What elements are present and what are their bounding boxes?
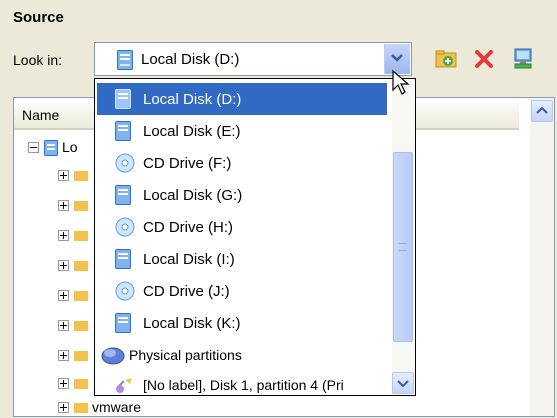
new-folder-button[interactable] (434, 46, 460, 72)
folder-icon (74, 258, 88, 275)
cd-drive-icon (115, 217, 135, 240)
expand-icon[interactable] (58, 170, 69, 181)
folder-icon (74, 400, 88, 417)
local-disk-icon (115, 313, 131, 336)
dropdown-item-label: CD Drive (F:) (143, 155, 232, 172)
dropdown-item-partition-4[interactable]: [No label], Disk 1, partition 4 (Pri (97, 369, 387, 395)
expand-icon[interactable] (58, 378, 69, 389)
dropdown-vertical-scrollbar[interactable] (392, 80, 414, 394)
dropdown-item-cd-drive-j[interactable]: CD Drive (J:) (97, 275, 387, 307)
tree-folder-row[interactable] (58, 346, 98, 366)
folder-icon (74, 318, 88, 335)
local-disk-icon (115, 89, 131, 112)
tree-folder-row[interactable] (58, 196, 98, 216)
dropdown-item-label: Local Disk (E:) (143, 123, 241, 140)
cd-drive-icon (115, 153, 135, 176)
expand-icon[interactable] (58, 402, 69, 413)
cd-drive-icon (115, 281, 135, 304)
dropdown-item-label: Local Disk (K:) (143, 315, 241, 332)
dropdown-item-local-disk-d[interactable]: Local Disk (D:) (97, 83, 387, 115)
folder-icon (74, 198, 88, 215)
look-in-dropdown-list[interactable]: Local Disk (D:) Local Disk (E:) CD Drive… (94, 78, 416, 396)
look-in-label: Look in: (13, 52, 63, 68)
expand-icon[interactable] (58, 290, 69, 301)
collapse-icon[interactable] (28, 142, 39, 153)
dropdown-item-label: [No label], Disk 1, partition 4 (Pri (143, 377, 344, 393)
tree-folder-row[interactable] (58, 166, 98, 186)
dropdown-item-local-disk-i[interactable]: Local Disk (I:) (97, 243, 387, 275)
dropdown-item-local-disk-g[interactable]: Local Disk (G:) (97, 179, 387, 211)
new-folder-icon (435, 50, 457, 68)
folder-icon (74, 168, 88, 185)
folder-icon (74, 228, 88, 245)
computer-icon (514, 48, 532, 69)
look-in-value: Local Disk (D:) (141, 51, 240, 68)
folder-icon (74, 348, 88, 365)
chevron-down-icon (391, 54, 403, 62)
look-in-combobox[interactable]: Local Disk (D:) (94, 42, 412, 76)
dropdown-item-local-disk-e[interactable]: Local Disk (E:) (97, 115, 387, 147)
tree-folder-row[interactable] (58, 256, 98, 276)
expand-icon[interactable] (58, 350, 69, 361)
section-title: Source (13, 9, 64, 26)
dropdown-item-local-disk-k[interactable]: Local Disk (K:) (97, 307, 387, 339)
tree-folder-row[interactable] (58, 316, 98, 336)
dropdown-item-label: CD Drive (J:) (143, 283, 230, 300)
dropdown-item-label: Local Disk (G:) (143, 187, 243, 204)
delete-x-icon (475, 50, 493, 68)
local-disk-icon (115, 249, 131, 272)
delete-button[interactable] (471, 46, 497, 72)
scroll-down-button[interactable] (392, 372, 414, 394)
name-column-label: Name (22, 107, 60, 123)
folder-icon (74, 376, 88, 393)
dropdown-item-label: CD Drive (H:) (143, 219, 233, 236)
dropdown-item-label: Local Disk (D:) (143, 91, 242, 108)
dropdown-item-label: Local Disk (I:) (143, 251, 235, 268)
local-disk-icon (117, 50, 133, 73)
expand-icon[interactable] (58, 260, 69, 271)
expand-icon[interactable] (58, 200, 69, 211)
dropdown-item-cd-drive-f[interactable]: CD Drive (F:) (97, 147, 387, 179)
local-disk-icon (115, 185, 131, 208)
expand-icon[interactable] (58, 320, 69, 331)
folder-icon (74, 288, 88, 305)
tree-folder-row[interactable] (58, 286, 98, 306)
dropdown-item-physical-partitions[interactable]: Physical partitions (97, 339, 387, 371)
dropdown-item-cd-drive-h[interactable]: CD Drive (H:) (97, 211, 387, 243)
tree-folder-row[interactable] (58, 226, 98, 246)
chevron-down-icon (397, 380, 409, 388)
tree-folder-row[interactable] (58, 374, 98, 394)
chevron-up-icon (536, 106, 548, 114)
local-disk-icon (115, 121, 131, 144)
tree-folder-row[interactable]: vmware (58, 398, 178, 418)
scrollbar-thumb[interactable] (393, 152, 413, 342)
physical-partitions-icon (101, 345, 125, 368)
mouse-cursor-icon (392, 69, 410, 99)
dropdown-item-label: Physical partitions (129, 347, 242, 363)
expand-icon[interactable] (58, 230, 69, 241)
local-disk-icon (44, 140, 58, 159)
tree-folder-label: vmware (92, 399, 142, 415)
partition-icon (115, 375, 137, 395)
tree-root-label: Lo (62, 139, 78, 155)
computer-button[interactable] (510, 46, 536, 72)
scroll-up-button[interactable] (531, 100, 553, 122)
tree-vertical-scrollbar[interactable] (530, 98, 554, 416)
